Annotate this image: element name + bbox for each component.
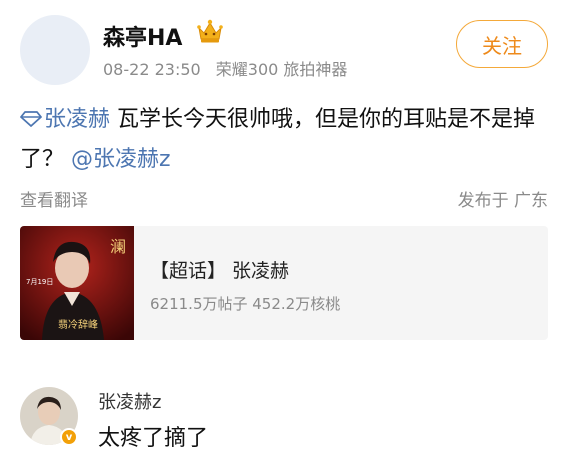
poster-title-text: 澜 (110, 237, 126, 256)
mention-link[interactable]: @张凌赫z (71, 147, 171, 172)
super-topic-name: 张凌赫 (44, 107, 111, 132)
diamond-icon (20, 111, 42, 127)
super-topic-card-stats: 6211.5万帖子 452.2万核桃 (150, 295, 341, 313)
comment-username[interactable]: 张凌赫z (98, 388, 161, 414)
post-location: 发布于 广东 (457, 191, 548, 211)
super-topic-card[interactable]: 澜 7月19日 翡冷辞峰 【超话】 张凌赫 6211.5万帖子 452.2万核桃 (20, 226, 548, 340)
post-meta: 08-22 23:50 荣耀300 旅拍神器 (103, 56, 347, 80)
follow-button[interactable]: 关注 (456, 20, 548, 68)
super-topic-link[interactable]: 张凌赫 (20, 107, 110, 132)
translate-link[interactable]: 查看翻译 (20, 186, 88, 211)
post-timestamp: 08-22 23:50 (103, 60, 201, 79)
super-topic-thumbnail: 澜 7月19日 翡冷辞峰 (20, 226, 134, 340)
post-device[interactable]: 荣耀300 旅拍神器 (216, 60, 348, 79)
poster-avatar[interactable] (20, 15, 90, 85)
poster-image: 澜 7月19日 翡冷辞峰 (20, 226, 134, 340)
vip-crown-badge-icon[interactable] (195, 17, 225, 45)
super-topic-card-title: 【超话】 张凌赫 (150, 260, 290, 282)
verified-badge-icon: v (60, 428, 78, 446)
poster-username[interactable]: 森亭HA (103, 20, 182, 52)
post-content: 张凌赫 瓦学长今天很帅哦，但是你的耳贴是不是掉了？ @张凌赫z (20, 100, 560, 180)
poster-subtitle-text: 翡冷辞峰 (58, 318, 98, 331)
comment-text: 太疼了摘了 (98, 426, 209, 451)
poster-date-text: 7月19日 (26, 278, 53, 286)
